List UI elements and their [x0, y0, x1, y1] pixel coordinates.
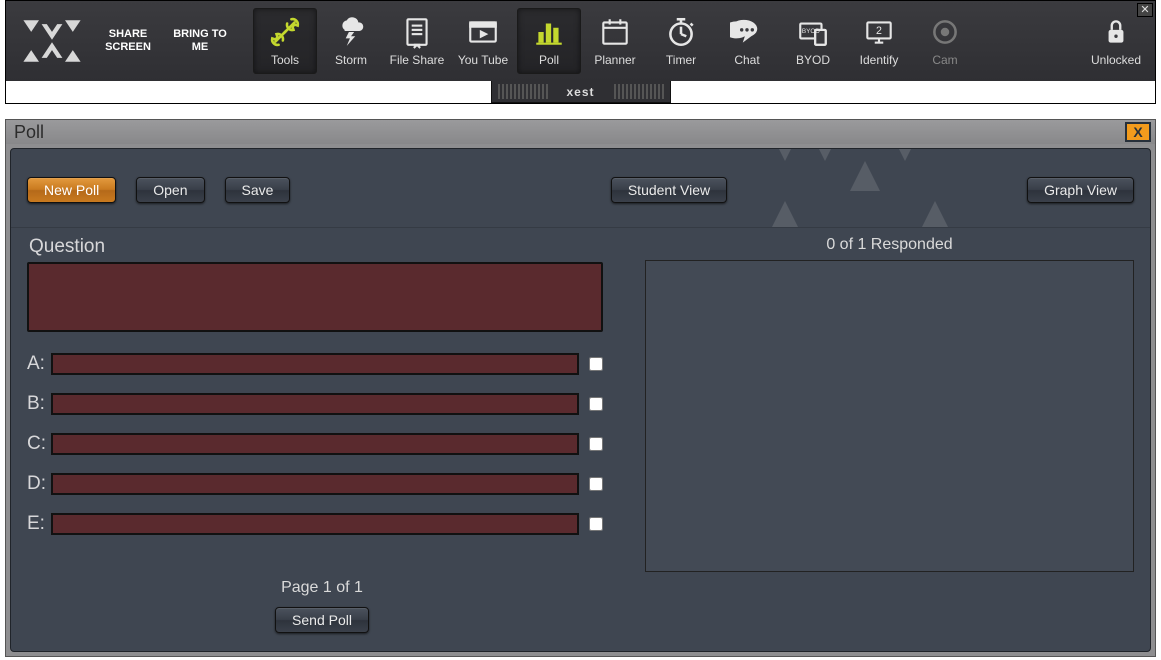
- toolbar-poll-button[interactable]: Poll: [517, 8, 581, 74]
- toolbar-identify-label: Identify: [860, 53, 899, 67]
- question-input[interactable]: [27, 262, 603, 332]
- svg-text:BYOD: BYOD: [802, 28, 820, 35]
- toolbar-identify-button[interactable]: 2 Identify: [847, 8, 911, 74]
- toolbar-timer-label: Timer: [666, 53, 696, 67]
- answer-input-e[interactable]: [51, 513, 579, 535]
- tools-icon: [268, 15, 302, 49]
- send-poll-button[interactable]: Send Poll: [275, 607, 369, 633]
- poll-panel: Poll X New Poll Open Save Student View G…: [5, 119, 1156, 657]
- appbar-close-button[interactable]: ✕: [1137, 3, 1153, 17]
- toolbar-youtube-label: You Tube: [458, 53, 508, 67]
- answer-input-c[interactable]: [51, 433, 579, 455]
- toolbar-storm-button[interactable]: Storm: [319, 8, 383, 74]
- brand-handle[interactable]: xest: [491, 81, 671, 103]
- question-label: Question: [29, 236, 617, 258]
- toolbar-youtube-button[interactable]: You Tube: [451, 8, 515, 74]
- youtube-icon: [466, 15, 500, 49]
- fileshare-icon: [400, 15, 434, 49]
- brand-handle-label: xest: [566, 85, 594, 99]
- planner-icon: [598, 15, 632, 49]
- answer-key: B:: [27, 393, 51, 415]
- answer-key: A:: [27, 353, 51, 375]
- answer-key: C:: [27, 433, 51, 455]
- page-indicator: Page 1 of 1: [27, 579, 617, 597]
- responded-label: 0 of 1 Responded: [645, 236, 1134, 254]
- graph-view-button[interactable]: Graph View: [1027, 177, 1134, 203]
- student-view-button[interactable]: Student View: [611, 177, 727, 203]
- answer-key: E:: [27, 513, 51, 535]
- poll-icon: [532, 15, 566, 49]
- answer-row-b: B:: [27, 393, 617, 415]
- poll-toolbar: New Poll Open Save Student View Graph Vi…: [11, 149, 1150, 228]
- identify-icon: 2: [862, 15, 896, 49]
- toolbar-byod-button[interactable]: BYOD BYOD: [781, 8, 845, 74]
- app-toolbar: ✕ SHARE SCREEN BRING TO ME Tools Storm Fil…: [6, 1, 1155, 81]
- timer-icon: [664, 15, 698, 49]
- answer-correct-checkbox-a[interactable]: [589, 357, 603, 371]
- bring-to-me-button[interactable]: BRING TO ME: [170, 28, 230, 54]
- new-poll-button[interactable]: New Poll: [27, 177, 116, 203]
- answer-input-a[interactable]: [51, 353, 579, 375]
- byod-icon: BYOD: [796, 15, 830, 49]
- answer-correct-checkbox-b[interactable]: [589, 397, 603, 411]
- answer-correct-checkbox-d[interactable]: [589, 477, 603, 491]
- toolbar-tools-label: Tools: [271, 53, 299, 67]
- watermark: [730, 149, 970, 227]
- answer-row-e: E:: [27, 513, 617, 535]
- toolbar-byod-label: BYOD: [796, 53, 830, 67]
- toolbar-planner-button[interactable]: Planner: [583, 8, 647, 74]
- toolbar-fileshare-label: File Share: [390, 53, 445, 67]
- answer-correct-checkbox-e[interactable]: [589, 517, 603, 531]
- chat-icon: [730, 15, 764, 49]
- storm-icon: [334, 15, 368, 49]
- share-screen-button[interactable]: SHARE SCREEN: [98, 28, 158, 54]
- answer-row-d: D:: [27, 473, 617, 495]
- save-button[interactable]: Save: [225, 177, 291, 203]
- toolbar-planner-label: Planner: [594, 53, 635, 67]
- cam-icon: [928, 15, 962, 49]
- poll-title: Poll: [14, 122, 44, 143]
- toolbar-chat-button[interactable]: Chat: [715, 8, 779, 74]
- poll-close-button[interactable]: X: [1125, 122, 1151, 142]
- toolbar-chat-label: Chat: [734, 53, 759, 67]
- lock-label: Unlocked: [1091, 53, 1141, 67]
- toolbar-poll-label: Poll: [539, 53, 559, 67]
- answer-key: D:: [27, 473, 51, 495]
- lock-button[interactable]: Unlocked: [1084, 8, 1148, 74]
- svg-text:2: 2: [876, 25, 882, 37]
- lock-icon: [1099, 15, 1133, 49]
- answer-input-b[interactable]: [51, 393, 579, 415]
- response-display: [645, 260, 1134, 572]
- app-logo: [12, 8, 92, 74]
- open-button[interactable]: Open: [136, 177, 204, 203]
- toolbar-storm-label: Storm: [335, 53, 367, 67]
- poll-titlebar: Poll X: [6, 120, 1155, 144]
- answer-row-a: A:: [27, 353, 617, 375]
- toolbar-cam-button[interactable]: Cam: [913, 8, 977, 74]
- answer-correct-checkbox-c[interactable]: [589, 437, 603, 451]
- answer-input-d[interactable]: [51, 473, 579, 495]
- toolbar-fileshare-button[interactable]: File Share: [385, 8, 449, 74]
- answer-row-c: C:: [27, 433, 617, 455]
- toolbar-cam-label: Cam: [932, 53, 957, 67]
- toolbar-timer-button[interactable]: Timer: [649, 8, 713, 74]
- toolbar-tools-button[interactable]: Tools: [253, 8, 317, 74]
